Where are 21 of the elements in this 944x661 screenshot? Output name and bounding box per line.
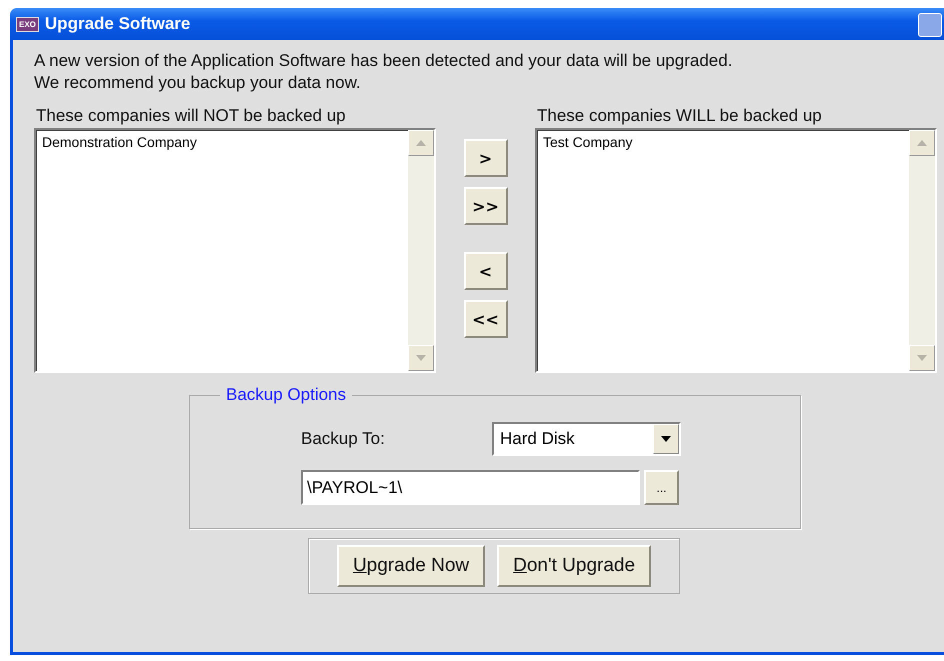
window-title: Upgrade Software — [44, 14, 190, 34]
list-heading: These companies WILL be backed up — [537, 106, 823, 126]
dialog-button[interactable]: Upgrade Now — [336, 545, 486, 587]
app-icon: EXO — [16, 16, 39, 32]
path-field[interactable]: \PAYROL~1\ — [301, 470, 640, 505]
company-list[interactable]: Demonstration Company — [34, 128, 436, 373]
backup-to-dropdown[interactable]: Hard Disk — [492, 422, 681, 456]
company-list[interactable]: Test Company — [535, 128, 937, 373]
backup-to-label: Backup To: — [301, 429, 386, 449]
browse-button[interactable]: ... — [644, 470, 679, 505]
move-button[interactable]: < — [464, 252, 508, 290]
dialog-button[interactable]: Don't Upgrade — [497, 545, 652, 587]
move-button[interactable]: << — [464, 300, 508, 338]
message-text: We recommend you backup your data now. — [34, 72, 362, 94]
group-title: Backup Options — [220, 385, 352, 405]
list-heading: These companies will NOT be backed up — [36, 106, 347, 126]
list-item[interactable]: Demonstration Company — [42, 134, 402, 150]
move-button[interactable]: >> — [464, 187, 508, 225]
move-button[interactable]: > — [464, 139, 508, 177]
message-text: A new version of the Application Software has been detected and your data will be upgraded. — [34, 50, 734, 72]
list-item[interactable]: Test Company — [543, 134, 903, 150]
